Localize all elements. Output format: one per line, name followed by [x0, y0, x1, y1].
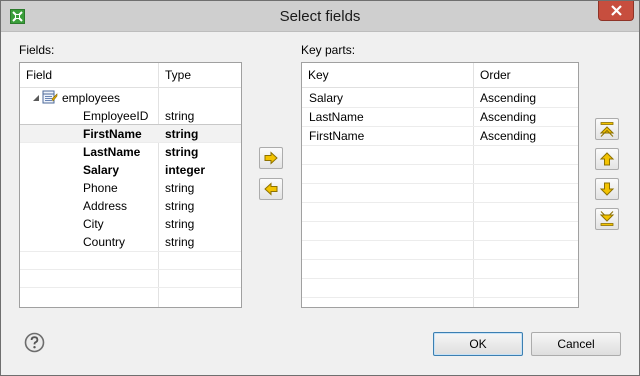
key-parts-label: Key parts: [301, 43, 356, 57]
field-type: string [165, 235, 195, 249]
move-top-button[interactable] [595, 118, 619, 140]
tree-root-label: employees [62, 91, 121, 105]
field-name[interactable]: EmployeeID [83, 107, 148, 125]
field-type: string [165, 199, 195, 213]
ok-button[interactable]: OK [433, 332, 523, 356]
key-part-order[interactable]: Ascending [480, 127, 536, 145]
table-icon [42, 90, 58, 104]
move-bottom-icon [599, 211, 615, 226]
field-name[interactable]: Address [83, 197, 127, 215]
column-header-field[interactable]: Field [20, 63, 159, 88]
field-name[interactable]: LastName [83, 143, 140, 161]
arrow-left-icon [264, 182, 278, 196]
move-up-button[interactable] [595, 148, 619, 170]
key-parts-table[interactable]: Key Order Salary Ascending LastName Asce… [301, 62, 579, 308]
column-header-type[interactable]: Type [159, 63, 241, 88]
tree-expand-icon[interactable] [32, 94, 40, 102]
move-bottom-button[interactable] [595, 208, 619, 230]
field-type: string [165, 109, 195, 123]
move-up-icon [599, 152, 615, 166]
fields-table[interactable]: Field Type employees EmployeeID string F… [19, 62, 242, 308]
field-type: string [165, 181, 195, 195]
key-part-order[interactable]: Ascending [480, 89, 536, 107]
field-type: string [165, 217, 195, 231]
column-header-order[interactable]: Order [474, 63, 578, 88]
title-bar: Select fields [1, 1, 639, 32]
cancel-button[interactable]: Cancel [531, 332, 621, 356]
fields-table-header: Field Type [20, 63, 241, 88]
move-down-icon [599, 182, 615, 196]
column-header-key[interactable]: Key [302, 63, 474, 88]
key-part-order[interactable]: Ascending [480, 108, 536, 126]
fields-label: Fields: [19, 43, 55, 57]
close-button[interactable] [598, 1, 634, 21]
field-name[interactable]: FirstName [83, 125, 142, 143]
remove-key-button[interactable] [259, 178, 283, 200]
add-key-button[interactable] [259, 147, 283, 169]
key-part-name[interactable]: LastName [309, 108, 364, 126]
field-type: string [165, 127, 199, 141]
close-icon [611, 5, 622, 16]
field-name[interactable]: Salary [83, 161, 119, 179]
key-part-name[interactable]: FirstName [309, 127, 364, 145]
field-name[interactable]: Phone [83, 179, 118, 197]
arrow-right-icon [264, 151, 278, 165]
move-top-icon [599, 122, 615, 137]
field-type: integer [165, 163, 206, 177]
select-fields-dialog: Select fields Fields: Field Type employe… [0, 0, 640, 376]
key-part-name[interactable]: Salary [309, 89, 343, 107]
move-down-button[interactable] [595, 178, 619, 200]
field-name[interactable]: Country [83, 233, 125, 251]
field-name[interactable]: City [83, 215, 104, 233]
help-icon[interactable] [24, 332, 45, 353]
window-title: Select fields [279, 8, 361, 25]
field-type: string [165, 145, 199, 159]
key-parts-table-header: Key Order [302, 63, 578, 88]
